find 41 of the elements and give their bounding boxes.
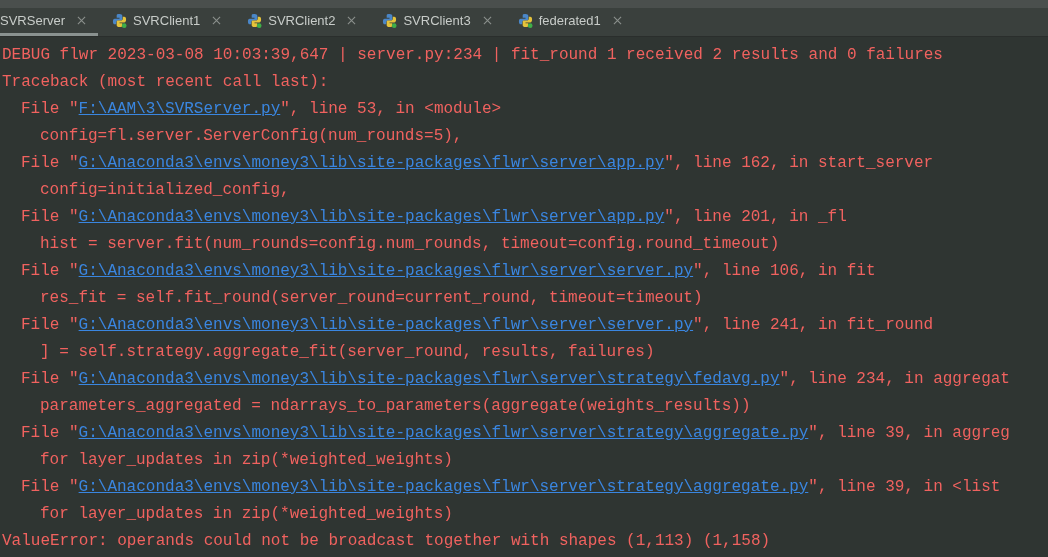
file-link[interactable]: G:\Anaconda3\envs\money3\lib\site-packages\flwr\server\app.py: [78, 154, 665, 172]
traceback-line: File "G:\Anaconda3\envs\money3\lib\site-packages\flwr\server\server.py", line 241, in fit_round: [20, 315, 935, 336]
python-file-icon: [382, 13, 398, 28]
code-line: ] = self.strategy.aggregate_fit(server_round, results, failures): [39, 342, 656, 363]
tab[interactable]: SVRClient1: [112, 8, 234, 36]
tab[interactable]: SVRServer: [0, 8, 99, 36]
code-line: parameters_aggregated = ndarrays_to_parameters(aggregate(weights_results)): [39, 396, 752, 417]
console-line: DEBUG flwr 2023-03-08 10:03:39,647 | server.py:234 | fit_round 1 received 2 results and 0 failures: [2, 45, 944, 66]
tab[interactable]: federated1: [517, 8, 634, 36]
traceback-line: File "G:\Anaconda3\envs\money3\lib\site-packages\flwr\server\strategy\fedavg.py", line 234, in aggregat: [20, 369, 1011, 390]
file-link[interactable]: G:\Anaconda3\envs\money3\lib\site-packages\flwr\server\server.py: [78, 316, 694, 334]
code-line: hist = server.fit(num_rounds=config.num_rounds, timeout=config.round_timeout): [39, 234, 781, 255]
traceback-line: File "F:\AAM\3\SVRServer.py", line 53, in <module>: [20, 99, 503, 120]
code-line: for layer_updates in zip(*weighted_weights): [39, 504, 454, 525]
console-line: ValueError: operands could not be broadcast together with shapes (1,113) (1,158): [2, 531, 772, 552]
file-link[interactable]: G:\Anaconda3\envs\money3\lib\site-packages\flwr\server\strategy\fedavg.py: [78, 370, 780, 388]
close-icon[interactable]: [482, 16, 492, 25]
python-file-icon: [112, 13, 128, 28]
tab[interactable]: SVRClient3: [382, 8, 504, 36]
file-link[interactable]: G:\Anaconda3\envs\money3\lib\site-packages\flwr\server\app.py: [78, 208, 665, 226]
traceback-line: File "G:\Anaconda3\envs\money3\lib\site-packages\flwr\server\server.py", line 106, in fit: [20, 261, 877, 282]
close-icon[interactable]: [212, 16, 222, 25]
close-icon[interactable]: [347, 16, 357, 25]
traceback-line: File "G:\Anaconda3\envs\money3\lib\site-packages\flwr\server\strategy\aggregate.py", line 39, in aggreg: [20, 423, 1011, 444]
tab[interactable]: SVRClient2: [247, 8, 369, 36]
close-icon[interactable]: [612, 16, 622, 25]
file-link[interactable]: F:\AAM\3\SVRServer.py: [78, 100, 281, 118]
python-file-icon: [517, 13, 533, 28]
code-line: for layer_updates in zip(*weighted_weights): [39, 450, 454, 471]
file-link[interactable]: G:\Anaconda3\envs\money3\lib\site-packages\flwr\server\server.py: [78, 262, 694, 280]
traceback-line: File "G:\Anaconda3\envs\money3\lib\site-packages\flwr\server\strategy\aggregate.py", line 39, in <list: [20, 477, 1002, 498]
console-line: Traceback (most recent call last):: [2, 72, 330, 93]
traceback-line: File "G:\Anaconda3\envs\money3\lib\site-packages\flwr\server\app.py", line 162, in start_server: [20, 153, 935, 174]
file-link[interactable]: G:\Anaconda3\envs\money3\lib\site-packages\flwr\server\strategy\aggregate.py: [78, 424, 809, 442]
code-line: config=fl.server.ServerConfig(num_rounds=5),: [39, 126, 464, 147]
close-icon[interactable]: [77, 16, 87, 25]
traceback-line: File "G:\Anaconda3\envs\money3\lib\site-packages\flwr\server\app.py", line 201, in _fl: [20, 207, 848, 228]
python-file-icon: [247, 13, 263, 28]
code-line: config=initialized_config,: [39, 180, 291, 201]
code-line: res_fit = self.fit_round(server_round=current_round, timeout=timeout): [39, 288, 704, 309]
file-link[interactable]: G:\Anaconda3\envs\money3\lib\site-packages\flwr\server\strategy\aggregate.py: [78, 478, 809, 496]
